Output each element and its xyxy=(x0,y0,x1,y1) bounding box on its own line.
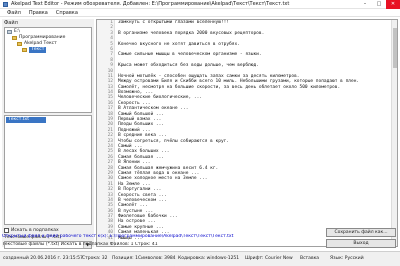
status-insert-mode: Вставка xyxy=(300,256,320,261)
tree-item-label: Текст xyxy=(29,47,47,53)
subfolders-option[interactable]: Искать в подпапках xyxy=(4,227,59,234)
status-position: Позиция: 1 xyxy=(112,256,138,261)
editor-lines[interactable]: 1 Замкнуть с открытыми глазами вселенную!… xyxy=(97,20,397,241)
folder-icon xyxy=(22,48,27,52)
status-char-count: Символов: 3984 xyxy=(138,256,176,261)
subfolders-checkbox-label: Искать в подпапках xyxy=(11,228,59,233)
menu-help[interactable]: Справка xyxy=(52,9,82,16)
app-icon xyxy=(3,2,8,7)
subfolders-checkbox[interactable] xyxy=(4,228,9,233)
status-font: Шрифт: Courier New xyxy=(245,256,293,261)
drive-icon xyxy=(7,30,12,34)
text-editor[interactable]: 1 Замкнуть с открытыми глазами вселенную!… xyxy=(96,19,398,247)
folder-icon xyxy=(17,42,22,46)
file-stats: Текстовые файлы (*.txt) Искать в подпапк… xyxy=(2,242,158,247)
window-title: Akelpad Text Editor - Режим обозревателя… xyxy=(11,1,290,7)
status-language: Язык: Русский xyxy=(330,256,364,261)
file-list-item[interactable]: Текст.txt xyxy=(6,117,46,123)
tree-item[interactable]: Текст xyxy=(22,47,47,53)
folder-label: Файл xyxy=(4,20,18,26)
exit-button[interactable]: Выход xyxy=(326,239,396,248)
status-created: созданный 20.06.2016 г. 23:15:57 xyxy=(3,256,83,261)
save-as-button[interactable]: Сохранить файл как... xyxy=(326,228,396,237)
menu-bar: Файл Правка Справка xyxy=(0,9,400,17)
minimize-icon[interactable]: – xyxy=(358,0,372,9)
file-list[interactable]: Текст.txt xyxy=(4,115,92,225)
menu-edit[interactable]: Правка xyxy=(25,9,52,16)
folder-icon xyxy=(12,36,17,40)
status-line: Строка: 32 xyxy=(82,256,108,261)
folder-tree[interactable]: E:\ Программирование Akelpad Текст Текст xyxy=(4,27,92,113)
status-bar: созданный 20.06.2016 г. 23:15:57 Строка:… xyxy=(0,251,400,266)
title-bar: Akelpad Text Editor - Режим обозревателя… xyxy=(0,0,400,9)
menu-file[interactable]: Файл xyxy=(3,9,25,16)
scrollbar-thumb[interactable] xyxy=(393,28,397,68)
close-icon[interactable]: ✕ xyxy=(386,0,400,9)
status-encoding: Кодировка: windows-1251 xyxy=(178,256,240,261)
file-path-info: Открытый файл и файл рабочего текст к(x)… xyxy=(2,234,234,239)
left-panel: Файл E:\ Программирование Akelpad Текст Тек… xyxy=(2,19,94,249)
vertical-scrollbar[interactable] xyxy=(391,20,397,246)
maximize-icon[interactable]: □ xyxy=(372,0,386,9)
